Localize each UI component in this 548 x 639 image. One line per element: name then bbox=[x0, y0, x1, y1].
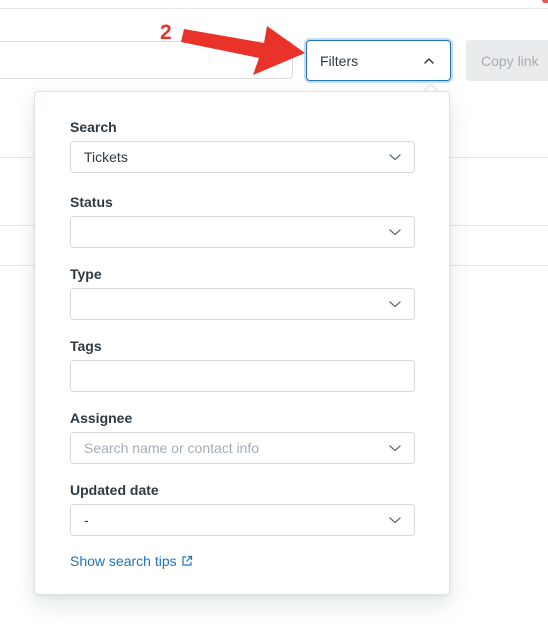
search-select[interactable]: Tickets bbox=[70, 141, 415, 173]
search-label: Search bbox=[70, 119, 117, 135]
chevron-down-icon bbox=[389, 517, 401, 524]
copy-link-button[interactable]: Copy link bbox=[466, 40, 548, 81]
updated-date-label: Updated date bbox=[70, 482, 159, 498]
status-select[interactable] bbox=[70, 216, 415, 248]
chevron-down-icon bbox=[389, 445, 401, 452]
filters-button-label: Filters bbox=[320, 52, 359, 69]
header-divider bbox=[0, 8, 548, 9]
assignee-label: Assignee bbox=[70, 410, 133, 426]
tags-label: Tags bbox=[70, 338, 102, 354]
assignee-combobox[interactable]: Search name or contact info bbox=[70, 432, 415, 464]
status-label: Status bbox=[70, 194, 113, 210]
external-link-icon bbox=[182, 555, 192, 566]
show-search-tips-label: Show search tips bbox=[70, 553, 177, 569]
chevron-up-icon bbox=[424, 57, 434, 64]
chevron-down-icon bbox=[389, 154, 401, 161]
chevron-down-icon bbox=[389, 301, 401, 308]
updated-date-value: - bbox=[84, 512, 89, 528]
chevron-down-icon bbox=[389, 229, 401, 236]
notification-dot bbox=[542, 0, 548, 3]
filters-popover: Search Tickets Status Type Tags Assignee… bbox=[34, 91, 450, 595]
annotation-number: 2 bbox=[160, 21, 172, 44]
tags-input[interactable] bbox=[70, 360, 415, 392]
copy-link-label: Copy link bbox=[481, 52, 539, 69]
updated-date-select[interactable]: - bbox=[70, 504, 415, 536]
annotation-arrow-icon bbox=[181, 26, 305, 75]
filters-button[interactable]: Filters bbox=[306, 40, 451, 81]
type-label: Type bbox=[70, 266, 102, 282]
type-select[interactable] bbox=[70, 288, 415, 320]
show-search-tips-link[interactable]: Show search tips bbox=[70, 553, 193, 569]
search-select-value: Tickets bbox=[84, 149, 128, 165]
assignee-placeholder: Search name or contact info bbox=[84, 440, 260, 456]
